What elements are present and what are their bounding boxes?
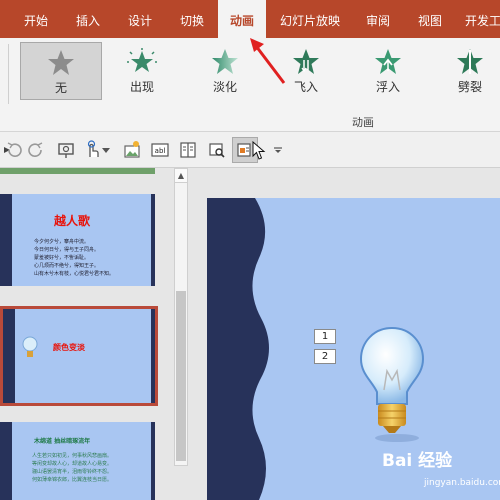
dropdown-arrow-icon[interactable] (96, 140, 116, 160)
slide-3-line: 人生若只如初见，何事秋风悲画扇。 (32, 453, 113, 459)
find-icon[interactable] (207, 140, 227, 160)
slide-3-line: 骊山语罢清宵半，泪雨零铃终不怨。 (32, 469, 113, 475)
animation-order-tag[interactable]: 2 (314, 349, 336, 364)
star-appear-icon (127, 48, 157, 72)
slide-thumbnail-2-selection[interactable]: 颜色变淡 (0, 306, 158, 406)
slide-thumbnail-partial[interactable] (0, 168, 155, 174)
slide-spine-right (151, 309, 155, 403)
tab-view[interactable]: 视图 (404, 0, 456, 38)
star-float-in-icon (375, 49, 401, 74)
slide-thumbnail-1[interactable]: 越人歌 今夕何夕兮，搴舟中流。 今日何日兮，得与王子同舟。 蒙羞被好兮，不訾诟耻… (0, 194, 155, 286)
animation-float-in-label: 浮入 (375, 80, 400, 94)
animation-split-label: 劈裂 (457, 80, 482, 94)
svg-text:abl: abl (155, 147, 166, 155)
app-window: 开始 插入 设计 切换 动画 幻灯片放映 审阅 视图 开发工 无 出现 淡化 飞… (0, 0, 500, 500)
animation-none-label: 无 (54, 81, 67, 95)
slideshow-icon[interactable] (56, 140, 76, 160)
undo-icon[interactable] (4, 140, 24, 160)
tab-review[interactable]: 审阅 (352, 0, 404, 38)
baidu-watermark-url: jingyan.baidu.com (424, 478, 500, 488)
tab-developer[interactable]: 开发工 (458, 0, 500, 38)
tab-slideshow[interactable]: 幻灯片放映 (270, 0, 350, 38)
slide-spine-right (151, 194, 155, 286)
annotation-arrow-icon (250, 38, 286, 84)
slide-1-line: 蒙羞被好兮，不訾诟耻。 (34, 255, 90, 261)
slide-2-title: 颜色变淡 (53, 342, 85, 352)
slide-3-line: 何如薄幸锦衣郎，比翼连枝当日愿。 (32, 477, 113, 483)
picture-icon[interactable] (122, 140, 142, 160)
text-columns-icon[interactable] (178, 140, 198, 160)
slide-spine (0, 422, 12, 500)
animation-appear[interactable]: 出现 (102, 42, 182, 102)
slide-1-body: 今夕何夕兮，搴舟中流。 今日何日兮，得与王子同舟。 蒙羞被好兮，不訾诟耻。 心几… (34, 238, 144, 278)
slide-spine (0, 194, 12, 286)
scrollbar-thumb[interactable] (176, 291, 186, 461)
slide-3-body: 人生若只如初见，何事秋风悲画扇。 等闲变却故人心，却道故人心易变。 骊山语罢清宵… (32, 452, 147, 484)
animation-appear-label: 出现 (129, 80, 154, 94)
more-icon[interactable] (268, 140, 288, 160)
slide-1-line: 今日何日兮，得与王子同舟。 (34, 247, 100, 253)
cursor-icon (252, 141, 266, 160)
slide-thumbnail-pane: 越人歌 今夕何夕兮，搴舟中流。 今日何日兮，得与王子同舟。 蒙羞被好兮，不訾诟耻… (0, 168, 193, 500)
slide-spine (3, 309, 15, 403)
animation-float-in[interactable]: 浮入 (348, 42, 428, 102)
star-none-icon (48, 50, 74, 75)
redo-icon[interactable] (26, 140, 46, 160)
thumbnail-scrollbar[interactable]: ▲ (174, 168, 188, 466)
ribbon-divider (8, 44, 9, 104)
slide-spine-right (151, 422, 155, 500)
slide-thumbnail-2[interactable]: 颜色变淡 (3, 309, 155, 403)
tab-home[interactable]: 开始 (10, 0, 62, 38)
star-fade-icon (212, 49, 238, 74)
lightbulb-icon[interactable] (357, 326, 427, 442)
star-fly-in-icon (293, 49, 319, 74)
slide-1-line: 今夕何夕兮，搴舟中流。 (34, 239, 90, 245)
baidu-watermark-logo: Bai 经验 (382, 451, 453, 471)
slide-3-line: 等闲变却故人心，却道故人心易变。 (32, 461, 113, 467)
tab-transitions[interactable]: 切换 (166, 0, 218, 38)
slide-3-title: 木绵道 抽丝暗琢流年 (34, 438, 91, 445)
slide-wavy-border (207, 198, 269, 500)
slide-1-line: 心几烦而不绝兮，得知王子。 (34, 263, 100, 269)
ribbon-tab-bar: 开始 插入 设计 切换 动画 幻灯片放映 审阅 视图 开发工 (0, 0, 500, 38)
animation-none[interactable]: 无 (20, 42, 102, 100)
slide-thumbnail-3[interactable]: 木绵道 抽丝暗琢流年 人生若只如初见，何事秋风悲画扇。 等闲变却故人心，却道故人… (0, 422, 155, 500)
tab-design[interactable]: 设计 (114, 0, 166, 38)
tab-animations[interactable]: 动画 (218, 0, 266, 38)
star-split-icon (457, 49, 483, 74)
tab-insert[interactable]: 插入 (62, 0, 114, 38)
animation-group-label: 动画 (352, 116, 374, 129)
quick-toolbar: abl (0, 132, 500, 168)
animation-split[interactable]: 劈裂 (430, 42, 500, 102)
current-slide[interactable] (207, 198, 500, 500)
slide-1-line: 山有木兮木有枝，心悦君兮君不知。 (34, 271, 115, 277)
lightbulb-thumbnail-icon (22, 336, 38, 357)
animation-order-tag[interactable]: 1 (314, 329, 336, 344)
scroll-up-icon[interactable]: ▲ (175, 169, 187, 183)
textbox-icon[interactable]: abl (150, 140, 170, 160)
slide-1-title: 越人歌 (54, 214, 91, 228)
